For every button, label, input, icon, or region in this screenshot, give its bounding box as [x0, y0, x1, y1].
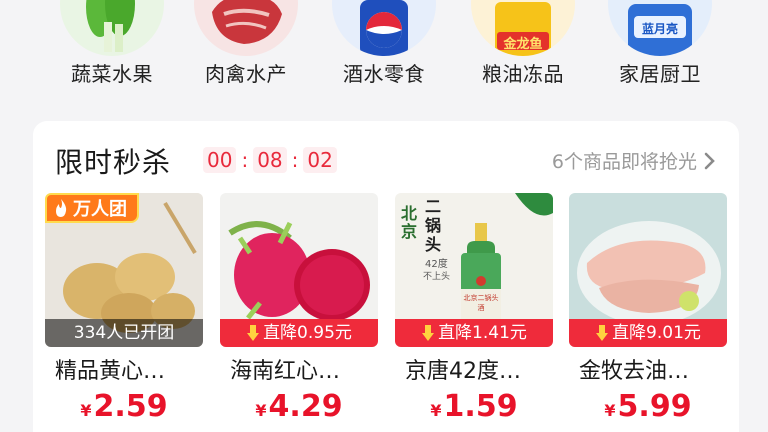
category-household[interactable]: 蓝月亮 家居厨卫 — [600, 0, 720, 100]
meat-icon — [194, 0, 298, 56]
product-price: ¥2.59 — [45, 389, 203, 424]
arrow-down-icon — [247, 325, 260, 341]
category-meat[interactable]: 肉禽水产 — [186, 0, 306, 100]
product-image-potato: 万人团 334人已开团 — [45, 193, 203, 347]
product-card[interactable]: 直降9.01元 金牧去油… ¥5.99 — [569, 193, 727, 424]
category-grain-oil[interactable]: 金龙鱼 粮油冻品 — [463, 0, 583, 100]
currency-symbol: ¥ — [80, 401, 92, 420]
category-drinks[interactable]: 酒水零食 — [324, 0, 444, 100]
price-drop-text: 直降0.95元 — [263, 323, 352, 343]
brand-text: 蓝月亮 — [641, 22, 678, 36]
timer-hours: 00 — [203, 147, 237, 173]
price-drop-text: 直降1.41元 — [438, 323, 527, 343]
group-buy-badge: 万人团 — [45, 193, 139, 223]
oil-bottle-icon: 金龙鱼 — [471, 0, 575, 56]
package-text-note: 不上头 — [423, 272, 451, 282]
category-label: 酒水零食 — [343, 62, 425, 86]
product-image-erguotou: 北京 二锅头 42度 不上头 北京二锅头酒 直降1.41元 — [395, 193, 553, 347]
product-card[interactable]: 北京 二锅头 42度 不上头 北京二锅头酒 直降1.41元 京唐42度… ¥1.… — [395, 193, 553, 424]
product-name: 金牧去油… — [579, 359, 690, 384]
product-price: ¥4.29 — [220, 389, 378, 424]
category-vegetables[interactable]: 蔬菜水果 — [52, 0, 172, 100]
product-price: ¥1.59 — [395, 389, 553, 424]
price-drop-tag: 直降1.41元 — [395, 319, 553, 347]
chevron-right-icon — [704, 152, 715, 169]
view-more-text: 6个商品即将抢光 — [551, 151, 697, 173]
detergent-icon: 蓝月亮 — [608, 0, 712, 56]
currency-symbol: ¥ — [430, 401, 442, 420]
timer-separator: : — [241, 148, 249, 172]
product-name: 海南红心… — [230, 359, 341, 384]
product-image-dragon-fruit: 直降0.95元 — [220, 193, 378, 347]
price-value: 2.59 — [93, 389, 168, 424]
category-label: 蔬菜水果 — [71, 62, 153, 86]
fire-icon — [56, 199, 67, 217]
currency-symbol: ¥ — [255, 401, 267, 420]
arrow-down-icon — [422, 325, 435, 341]
package-text-erguotou: 二锅头 — [425, 197, 442, 254]
product-card[interactable]: 万人团 334人已开团 精品黄心… ¥2.59 — [45, 193, 203, 424]
currency-symbol: ¥ — [604, 401, 616, 420]
package-text-label: 北京二锅头酒 — [463, 294, 499, 312]
price-drop-tag: 直降0.95元 — [220, 319, 378, 347]
group-count-tag: 334人已开团 — [45, 319, 203, 347]
category-row: 蔬菜水果 肉禽水产 酒水零食 金龙鱼 粮油冻品 蓝月亮 家居厨卫 — [0, 0, 768, 110]
timer-seconds: 02 — [303, 147, 337, 173]
price-drop-tag: 直降9.01元 — [569, 319, 727, 347]
brand-text: 金龙鱼 — [503, 37, 543, 52]
product-name: 京唐42度… — [405, 359, 521, 384]
timer-separator: : — [291, 148, 299, 172]
category-label: 粮油冻品 — [482, 62, 564, 86]
price-value: 5.99 — [617, 389, 692, 424]
package-text-degree: 42度 — [425, 259, 448, 270]
view-more-link[interactable]: 6个商品即将抢光 — [552, 147, 717, 174]
category-label: 肉禽水产 — [205, 62, 287, 86]
timer-minutes: 08 — [253, 147, 287, 173]
product-card[interactable]: 直降0.95元 海南红心… ¥4.29 — [220, 193, 378, 424]
flash-sale-title: 限时秒杀 — [55, 146, 172, 179]
product-image-chicken-breast: 直降9.01元 — [569, 193, 727, 347]
vegetable-icon — [60, 0, 164, 56]
arrow-down-icon — [596, 325, 609, 341]
product-name: 精品黄心… — [55, 359, 166, 384]
group-buy-text: 万人团 — [73, 199, 127, 220]
price-drop-text: 直降9.01元 — [612, 323, 701, 343]
category-label: 家居厨卫 — [619, 62, 701, 86]
soda-can-icon — [332, 0, 436, 56]
countdown-timer: 00 : 08 : 02 — [203, 147, 337, 173]
product-price: ¥5.99 — [569, 389, 727, 424]
price-value: 1.59 — [443, 389, 518, 424]
package-text-beijing: 北京 — [401, 204, 418, 241]
price-value: 4.29 — [268, 389, 343, 424]
flash-sale-card: 限时秒杀 00 : 08 : 02 6个商品即将抢光 万人团 334人已开团 精… — [33, 121, 739, 432]
